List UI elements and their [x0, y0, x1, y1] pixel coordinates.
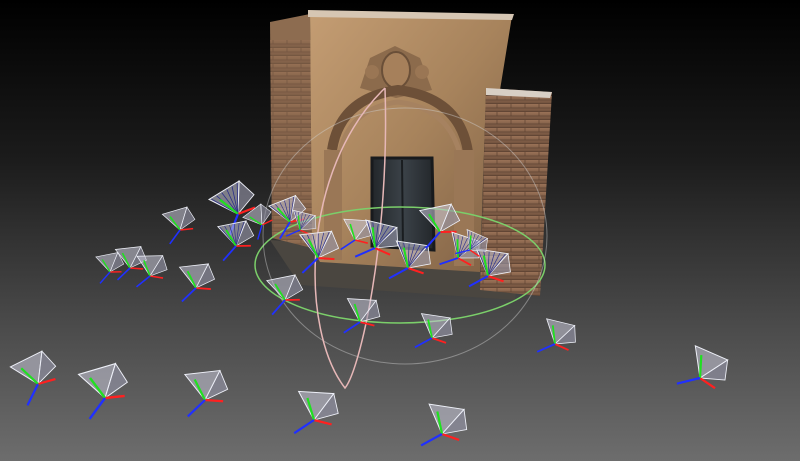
axis-z — [257, 224, 263, 240]
camera-frustum[interactable] — [420, 403, 468, 449]
axis-z — [343, 321, 361, 334]
axis-z — [26, 383, 39, 406]
axis-z — [293, 419, 315, 435]
axis-x — [554, 343, 569, 351]
camera-frustum[interactable] — [214, 218, 258, 262]
axis-z — [536, 343, 556, 353]
axis-z — [116, 267, 131, 281]
axis-x — [431, 337, 447, 344]
axis-z — [181, 287, 197, 303]
camera-frustum[interactable] — [181, 368, 232, 418]
axis-x — [441, 432, 460, 441]
axis-z — [99, 271, 111, 284]
axis-z — [420, 433, 443, 447]
camera-frustum[interactable] — [293, 390, 339, 435]
axis-x — [149, 275, 164, 279]
3d-viewport[interactable] — [0, 0, 800, 461]
axis-z — [414, 337, 433, 349]
axis-x — [313, 418, 332, 426]
axis-z — [169, 229, 181, 245]
scene-canvas[interactable] — [0, 0, 800, 461]
camera-frustum[interactable] — [536, 318, 578, 358]
camera-frustum[interactable] — [676, 344, 733, 398]
axis-z — [187, 399, 206, 418]
axis-z — [135, 275, 151, 288]
camera-frustum[interactable] — [343, 298, 381, 334]
camera-frustum[interactable] — [7, 347, 66, 406]
axis-z — [271, 299, 286, 316]
camera-frustum[interactable] — [414, 313, 454, 350]
camera-frustum[interactable] — [74, 360, 135, 420]
camera-frustum[interactable] — [134, 254, 169, 288]
axis-z — [676, 376, 701, 385]
axis-z — [88, 397, 106, 420]
camera-frustum[interactable] — [159, 204, 199, 245]
axis-z — [222, 245, 237, 262]
camera-frustum[interactable] — [176, 262, 217, 303]
